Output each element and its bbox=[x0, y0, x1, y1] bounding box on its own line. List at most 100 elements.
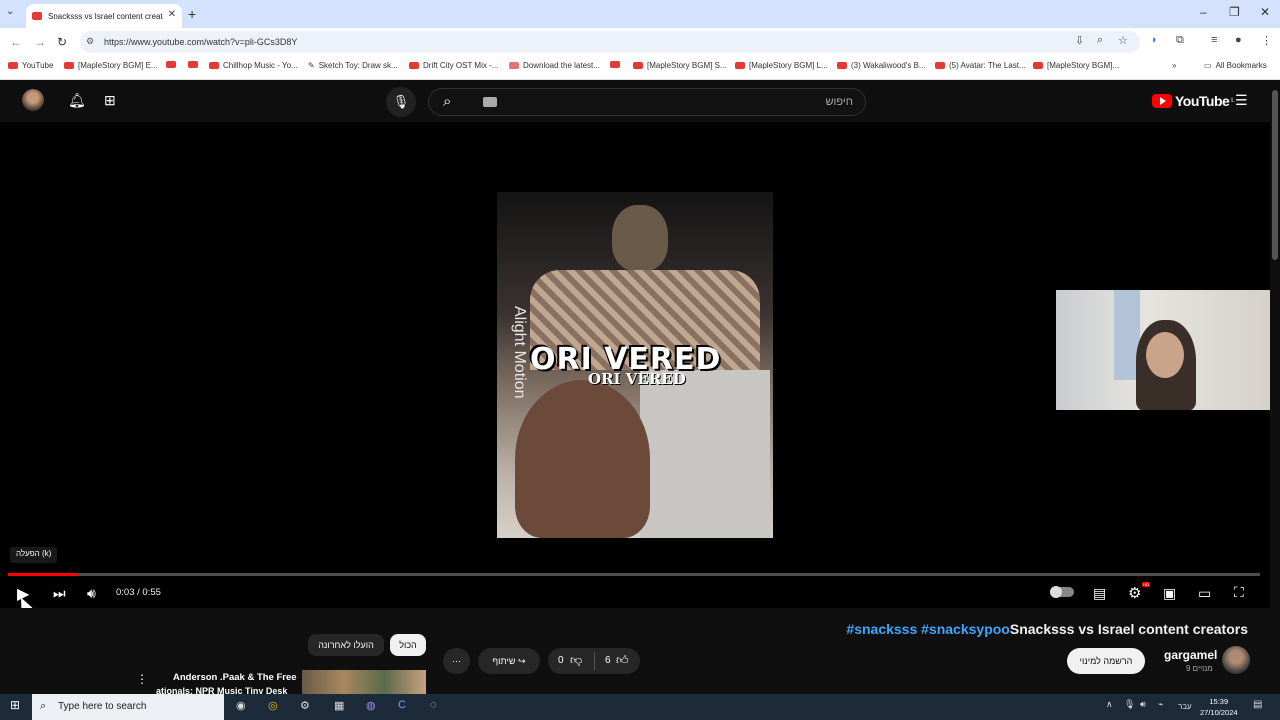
like-count: 6 bbox=[605, 655, 611, 666]
chip-recently-uploaded[interactable]: הועלו לאחרונה bbox=[308, 634, 384, 656]
subtitles-icon[interactable]: ▤ bbox=[1093, 585, 1106, 602]
taskbar-search[interactable]: Type here to search bbox=[32, 694, 224, 720]
play-tooltip: הפעלה (k) bbox=[10, 547, 58, 563]
bookmark-item[interactable]: [MapleStory BGM] E... bbox=[64, 61, 158, 70]
tray-language[interactable]: עבר bbox=[1178, 702, 1192, 711]
notifications-bell-icon[interactable]: 🔔︎ bbox=[68, 92, 86, 109]
site-info-icon[interactable]: ⚙ bbox=[86, 36, 94, 47]
bookmark-item[interactable]: Drift City OST Mix -... bbox=[409, 61, 498, 70]
bookmark-item[interactable]: Chillhop Music - Yo... bbox=[209, 61, 298, 70]
tray-volume-icon[interactable]: 🔊︎ bbox=[1140, 699, 1146, 710]
reload-icon[interactable]: ↻ bbox=[57, 35, 67, 49]
volume-icon[interactable]: 🔊︎ bbox=[87, 585, 96, 602]
theater-mode-icon[interactable]: ▭ bbox=[1198, 585, 1211, 602]
restore-icon[interactable]: ❐ bbox=[1229, 5, 1240, 19]
create-video-icon[interactable]: ⊞ bbox=[104, 92, 116, 109]
taskbar-search-icon: ⌕ bbox=[40, 700, 47, 712]
all-bookmarks-button[interactable]: ▭ All Bookmarks bbox=[1204, 61, 1267, 70]
bookmark-item[interactable]: Download the latest... bbox=[509, 61, 600, 70]
video-title-text: Snacksss vs Israel content creators bbox=[1009, 621, 1248, 637]
bookmark-item[interactable]: (3) Wakaliwood's B... bbox=[837, 61, 926, 70]
install-icon[interactable]: ⇩ bbox=[1075, 34, 1084, 47]
media-control-icon[interactable]: ≡ bbox=[1211, 34, 1217, 46]
tab-title: Snacksss vs Israel content creat bbox=[48, 11, 163, 21]
tray-network-icon[interactable]: ⌁ bbox=[1158, 699, 1163, 710]
bookmark-item[interactable]: [MapleStory BGM]... bbox=[1033, 61, 1119, 70]
miniplayer-icon[interactable]: ▣ bbox=[1163, 585, 1176, 602]
bookmark-item[interactable]: ✎ Sketch Toy: Draw sk... bbox=[308, 61, 398, 70]
bookmark-item[interactable] bbox=[166, 61, 180, 68]
bookmark-star-icon[interactable]: ☆ bbox=[1118, 34, 1128, 47]
youtube-favicon-icon bbox=[32, 12, 42, 20]
account-avatar[interactable] bbox=[22, 89, 44, 111]
search-box[interactable]: ⌕ חיפוש bbox=[428, 88, 866, 116]
webcam-face bbox=[1146, 332, 1184, 378]
bookmark-item[interactable]: (5) Avatar: The Last... bbox=[935, 61, 1026, 70]
video-figure bbox=[640, 370, 770, 538]
related-video-title[interactable]: Anderson .Paak & The Free bbox=[173, 672, 297, 683]
address-bar[interactable]: https://www.youtube.com/watch?v=pli-GCs3… bbox=[80, 31, 1140, 53]
taskbar-app-icon[interactable]: ◌ bbox=[430, 699, 437, 711]
tab-search-icon[interactable]: ⌄ bbox=[6, 6, 14, 17]
chrome-taskbar-icon[interactable]: ◎ bbox=[268, 699, 278, 712]
guide-menu-icon[interactable]: ☰ bbox=[1235, 92, 1248, 109]
extensions-puzzle-icon[interactable]: ⧉ bbox=[1176, 34, 1184, 47]
settings-gear-icon[interactable]: ⚙ bbox=[1128, 584, 1141, 602]
new-tab-icon[interactable]: + bbox=[188, 6, 196, 22]
bookmark-item[interactable] bbox=[188, 61, 202, 68]
tab-active[interactable]: Snacksss vs Israel content creat ✕ bbox=[26, 4, 182, 28]
taskbar-app-icon[interactable]: ◉ bbox=[236, 699, 246, 712]
minimize-icon[interactable]: – bbox=[1200, 5, 1207, 19]
youtube-logo[interactable]: YouTube IL bbox=[1152, 93, 1235, 109]
bookmarks-overflow-icon[interactable]: » bbox=[1172, 61, 1176, 70]
fullscreen-icon[interactable]: ⛶ bbox=[1234, 584, 1244, 601]
url-text: https://www.youtube.com/watch?v=pli-GCs3… bbox=[104, 37, 298, 47]
page-scrollbar[interactable] bbox=[1270, 80, 1280, 694]
bookmark-item[interactable]: [MapleStory BGM] L... bbox=[735, 61, 828, 70]
channel-avatar[interactable] bbox=[1222, 646, 1250, 674]
channel-name[interactable]: gargamel bbox=[1164, 648, 1217, 662]
next-button-icon[interactable]: ⏭︎ bbox=[53, 585, 66, 602]
progress-bar[interactable] bbox=[8, 573, 1260, 576]
browser-menu-icon[interactable]: ⋮ bbox=[1261, 34, 1272, 47]
voice-search-mic-icon[interactable]: 🎙︎ bbox=[386, 87, 416, 117]
more-actions-icon[interactable]: ⋯ bbox=[443, 648, 470, 674]
forward-icon[interactable]: → bbox=[34, 35, 46, 49]
taskbar-app-icon[interactable]: C bbox=[398, 699, 406, 711]
share-icon: ↪ bbox=[517, 656, 526, 666]
zoom-icon[interactable]: ⌕ bbox=[1097, 34, 1103, 47]
keyboard-icon[interactable] bbox=[483, 97, 497, 107]
bookmark-item[interactable] bbox=[610, 61, 624, 68]
bookmark-item[interactable]: YouTube bbox=[8, 61, 53, 70]
notifications-icon[interactable]: ▤ bbox=[1253, 699, 1262, 710]
window-close-icon[interactable]: ✕ bbox=[1260, 5, 1270, 19]
video-figure bbox=[515, 380, 650, 538]
tray-mic-icon[interactable]: 🎙︎ bbox=[1124, 699, 1135, 710]
profile-icon[interactable]: ● bbox=[1235, 34, 1242, 46]
video-figure bbox=[612, 205, 668, 271]
video-watermark: Alight Motion bbox=[511, 306, 528, 399]
related-video-thumbnail[interactable] bbox=[302, 670, 426, 694]
subscribe-button[interactable]: הרשמה למינוי bbox=[1067, 648, 1145, 674]
video-hashtags[interactable]: #snacksss #snacksypoo bbox=[846, 621, 1009, 637]
tray-overflow-icon[interactable]: ∧ bbox=[1106, 699, 1113, 710]
bookmark-item[interactable]: [MapleStory BGM] S... bbox=[633, 61, 727, 70]
chip-all[interactable]: הכול bbox=[390, 634, 426, 656]
windows-start-icon[interactable]: ⊞ bbox=[10, 698, 20, 712]
dislike-button-icon[interactable]: 👎︎ bbox=[570, 653, 582, 668]
search-icon[interactable]: ⌕ bbox=[443, 93, 451, 110]
steam-taskbar-icon[interactable]: ⚙ bbox=[300, 699, 310, 712]
scrollbar-thumb[interactable] bbox=[1272, 90, 1278, 260]
share-button[interactable]: שיתוף ↪ bbox=[478, 648, 540, 674]
related-video-menu-icon[interactable]: ⋮ bbox=[136, 672, 148, 686]
tab-close-icon[interactable]: ✕ bbox=[168, 9, 176, 20]
taskbar-app-icon[interactable]: ◍ bbox=[366, 699, 376, 712]
autoplay-toggle[interactable] bbox=[1050, 586, 1074, 598]
taskbar-clock[interactable]: 15:39 27/10/2024 bbox=[1200, 696, 1238, 718]
extension-icon[interactable]: ◗ bbox=[1151, 34, 1158, 46]
search-input[interactable]: חיפוש bbox=[826, 96, 853, 108]
taskbar-app-icon[interactable]: ▦ bbox=[334, 699, 344, 712]
like-button-icon[interactable]: 👍︎ bbox=[616, 653, 629, 668]
back-icon[interactable]: ← bbox=[10, 35, 22, 49]
video-overlay-subtitle: ORI VERED bbox=[588, 370, 686, 388]
